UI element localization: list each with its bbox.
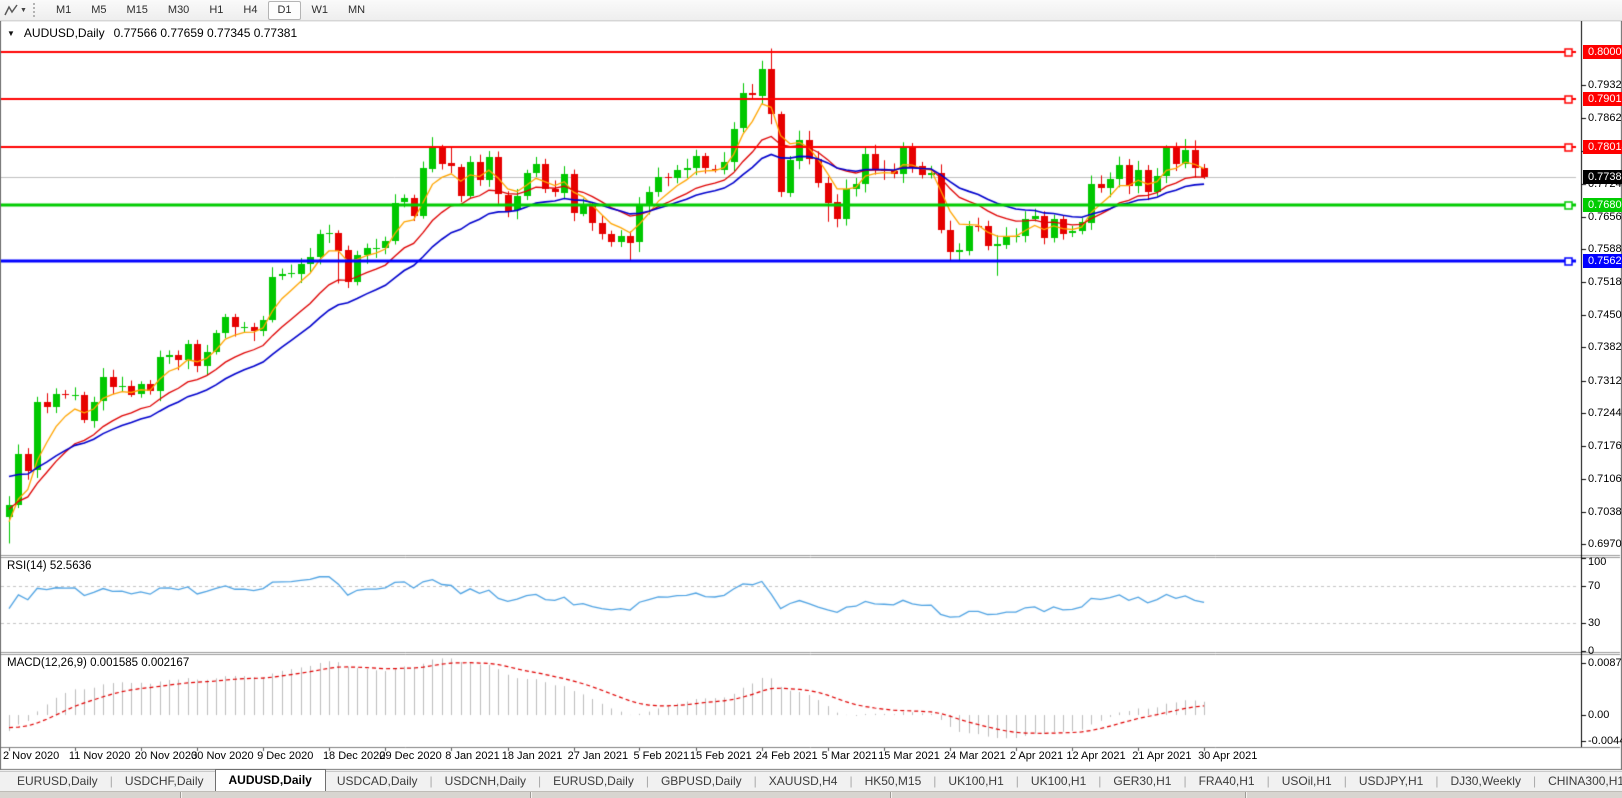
chart-tab-bar: EURUSD,Daily | USDCHF,Daily AUDUSD,Daily USD… bbox=[0, 769, 1622, 791]
timeframe-button-w1[interactable]: W1 bbox=[303, 1, 338, 20]
chart-tab-usdjpy-h1[interactable]: USDJPY,H1 bbox=[1348, 771, 1434, 791]
timeframe-button-d1[interactable]: D1 bbox=[268, 0, 301, 20]
chart-tab-xauusd-h4[interactable]: XAUUSD,H4 bbox=[758, 771, 849, 791]
status-separator bbox=[890, 792, 892, 798]
chart-tab-china300-h1[interactable]: CHINA300,H1 bbox=[1537, 771, 1622, 791]
chart-tab-uk100-h1[interactable]: UK100,H1 bbox=[937, 771, 1014, 791]
chart-tab-gbpusd-daily[interactable]: GBPUSD,Daily bbox=[650, 771, 753, 791]
chart-tab-eurusd-daily[interactable]: EURUSD,Daily bbox=[6, 771, 109, 791]
chart-tab-usdcnh-daily[interactable]: USDCNH,Daily bbox=[434, 771, 537, 791]
timeframe-button-m15[interactable]: M15 bbox=[118, 1, 157, 20]
chart-tab-uk100-h1[interactable]: UK100,H1 bbox=[1020, 771, 1097, 791]
chart-canvas[interactable] bbox=[0, 0, 1622, 797]
chart-tab-dj30-weekly[interactable]: DJ30,Weekly bbox=[1439, 771, 1531, 791]
chart-tab-usoil-h1[interactable]: USOil,H1 bbox=[1271, 771, 1343, 791]
line-studies-icon[interactable] bbox=[4, 4, 19, 17]
line-studies-caret-icon[interactable]: ▼ bbox=[20, 7, 27, 14]
timeframe-button-m30[interactable]: M30 bbox=[159, 1, 198, 20]
status-separator bbox=[530, 792, 532, 798]
timeframe-button-m1[interactable]: M1 bbox=[47, 1, 80, 20]
chart-tab-usdchf-daily[interactable]: USDCHF,Daily bbox=[114, 771, 215, 791]
chart-tab-ger30-h1[interactable]: GER30,H1 bbox=[1102, 771, 1182, 791]
chart-tab-eurusd-daily[interactable]: EURUSD,Daily bbox=[542, 771, 645, 791]
toolbar: ▼ M1 M5 M15 M30 H1 H4 D1 W1 MN bbox=[0, 0, 1622, 21]
chart-title[interactable]: ▼ AUDUSD,Daily 0.77566 0.77659 0.77345 0… bbox=[7, 26, 297, 40]
timeframe-buttons: M1 M5 M15 M30 H1 H4 D1 W1 MN bbox=[46, 0, 375, 20]
timeframe-button-m5[interactable]: M5 bbox=[82, 1, 115, 20]
timeframe-button-h1[interactable]: H1 bbox=[200, 1, 232, 20]
chart-ohlc-values: 0.77566 0.77659 0.77345 0.77381 bbox=[113, 26, 298, 40]
chart-tab-audusd-daily[interactable]: AUDUSD,Daily bbox=[214, 769, 326, 791]
chart-tab-fra40-h1[interactable]: FRA40,H1 bbox=[1188, 771, 1266, 791]
chart-tab-hk50-m15[interactable]: HK50,M15 bbox=[854, 771, 933, 791]
chart-title-caret-icon: ▼ bbox=[7, 28, 15, 38]
chart-tab-usdcad-daily[interactable]: USDCAD,Daily bbox=[326, 771, 429, 791]
toolbar-grip[interactable] bbox=[32, 3, 39, 17]
timeframe-button-mn[interactable]: MN bbox=[339, 1, 374, 20]
timeframe-button-h4[interactable]: H4 bbox=[234, 1, 266, 20]
status-separator bbox=[1245, 792, 1247, 798]
chart-symbol-label: AUDUSD,Daily bbox=[23, 26, 105, 40]
status-separator bbox=[180, 792, 182, 798]
